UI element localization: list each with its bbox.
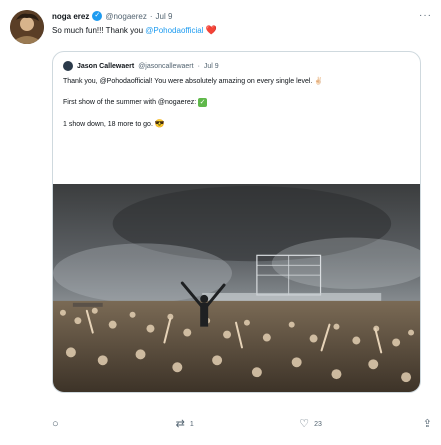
retweet-button[interactable]: ⇄ 1 xyxy=(176,418,266,430)
quote-author-name: Jason Callewaert xyxy=(77,62,135,70)
quote-avatar xyxy=(63,61,73,71)
reply-icon: ○ xyxy=(52,418,59,430)
heart-emoji: ❤️ xyxy=(205,25,217,35)
quote-line-1: Thank you, @Pohodaofficial! You were abs… xyxy=(63,78,324,85)
concert-photo[interactable] xyxy=(53,184,420,392)
quote-line-2-text: First show of the summer with @nogaerez: xyxy=(63,99,199,106)
tweet[interactable]: noga erez ✓ @nogaerez · Jul 9 ··· So muc… xyxy=(0,0,441,445)
tweet-text-prefix: So much fun!!! Thank you xyxy=(52,26,146,35)
tweet-content: noga erez ✓ @nogaerez · Jul 9 ··· So muc… xyxy=(52,10,432,393)
author-avatar-container[interactable] xyxy=(10,10,44,44)
tweet-mention-link[interactable]: @Pohodaofficial xyxy=(145,26,203,35)
retweet-icon: ⇄ xyxy=(175,418,185,430)
quote-date: Jul 9 xyxy=(203,62,219,70)
tweet-text: So much fun!!! Thank you @Pohodaofficial… xyxy=(52,24,432,37)
heart-icon: ♡ xyxy=(299,418,310,430)
quote-body: Thank you, @Pohodaofficial! You were abs… xyxy=(63,76,410,130)
tweet-date[interactable]: Jul 9 xyxy=(156,12,173,21)
reply-button[interactable]: ○ xyxy=(52,418,142,430)
author-name[interactable]: noga erez xyxy=(52,12,89,21)
verified-badge-icon: ✓ xyxy=(92,11,103,21)
share-icon: ⇪ xyxy=(422,418,432,430)
check-mark-icon: ✓ xyxy=(198,98,208,107)
sunglasses-emoji: 😎 xyxy=(154,119,165,128)
quote-line-3: 1 show down, 18 more to go. 😎 xyxy=(63,118,410,130)
tweet-actions: ○ ⇄ 1 ♡ 23 ⇪ xyxy=(52,418,432,430)
avatar[interactable] xyxy=(10,10,44,44)
like-button[interactable]: ♡ 23 xyxy=(299,418,389,430)
like-count: 23 xyxy=(314,420,322,428)
separator: · xyxy=(149,11,153,21)
quote-author-handle: @jasoncallewaert xyxy=(138,62,194,70)
author-handle[interactable]: @nogaerez xyxy=(105,12,146,21)
quote-separator: · xyxy=(197,62,200,70)
share-button[interactable]: ⇪ xyxy=(423,418,432,430)
quoted-tweet[interactable]: Jason Callewaert @jasoncallewaert · Jul … xyxy=(52,51,421,393)
retweet-count: 1 xyxy=(189,420,194,428)
quote-header: Jason Callewaert @jasoncallewaert · Jul … xyxy=(63,60,410,72)
more-icon[interactable]: ··· xyxy=(419,10,432,21)
quote-line-3-text: 1 show down, 18 more to go. xyxy=(63,121,155,128)
quote-line-2: First show of the summer with @nogaerez:… xyxy=(63,97,410,108)
tweet-header: noga erez ✓ @nogaerez · Jul 9 xyxy=(52,10,432,22)
